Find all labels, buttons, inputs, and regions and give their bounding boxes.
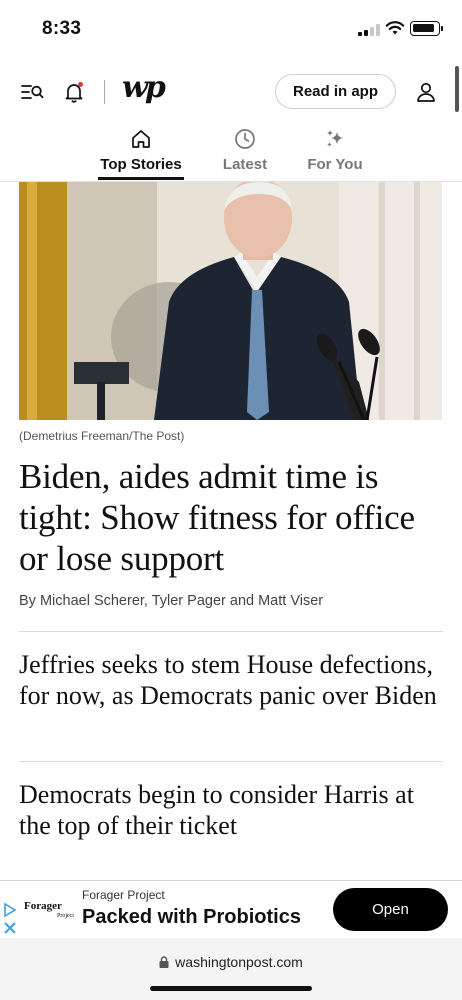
url-text: washingtonpost.com xyxy=(175,954,303,970)
status-bar: 8:33 xyxy=(0,0,462,58)
section-tabs: Top Stories Latest For You xyxy=(0,122,462,182)
header-divider xyxy=(104,80,105,104)
home-indicator[interactable] xyxy=(150,986,312,991)
tab-top-stories[interactable]: Top Stories xyxy=(96,122,186,182)
photo-credit: (Demetrius Freeman/The Post) xyxy=(19,429,185,443)
lock-icon xyxy=(159,956,169,968)
ad-brand-name: Forager Project xyxy=(82,888,165,902)
battery-icon xyxy=(410,21,443,36)
active-tab-indicator xyxy=(98,177,184,180)
advertisement-banner[interactable]: Forager Project Forager Project Packed w… xyxy=(0,880,462,938)
url-display[interactable]: washingtonpost.com xyxy=(0,954,462,970)
advertiser-logo-subtext: Project xyxy=(57,913,74,919)
story-divider xyxy=(19,761,443,762)
scrollbar-thumb[interactable] xyxy=(455,66,459,112)
ad-open-button[interactable]: Open xyxy=(333,888,448,931)
story-headline[interactable]: Democrats begin to consider Harris at th… xyxy=(19,780,449,841)
ad-headline: Packed with Probiotics xyxy=(82,906,301,928)
story-headline[interactable]: Jeffries seeks to stem House defections,… xyxy=(19,650,439,711)
sparkle-icon xyxy=(327,130,343,147)
user-account-icon[interactable] xyxy=(414,80,438,104)
tab-label: Latest xyxy=(222,156,268,173)
app-header: wp Read in app xyxy=(0,64,462,120)
browser-url-bar[interactable]: washingtonpost.com xyxy=(0,938,462,1000)
tab-label: For You xyxy=(307,156,363,173)
notification-dot xyxy=(78,82,83,87)
advertiser-logo: Forager Project xyxy=(24,901,74,921)
wifi-icon xyxy=(385,21,405,35)
menu-search-icon[interactable] xyxy=(20,80,44,104)
tab-label: Top Stories xyxy=(100,156,182,173)
clock-icon xyxy=(235,129,255,149)
washington-post-logo[interactable]: wp xyxy=(122,70,166,105)
lead-story-photo[interactable] xyxy=(19,182,442,420)
lead-story-byline: By Michael Scherer, Tyler Pager and Matt… xyxy=(19,593,324,609)
home-icon xyxy=(132,130,150,148)
lead-story-headline[interactable]: Biden, aides admit time is tight: Show f… xyxy=(19,456,444,579)
cellular-signal-icon xyxy=(358,24,380,36)
read-in-app-button[interactable]: Read in app xyxy=(275,74,396,109)
tab-latest[interactable]: Latest xyxy=(216,122,274,182)
status-time: 8:33 xyxy=(42,18,82,39)
story-divider xyxy=(19,631,443,632)
tab-for-you[interactable]: For You xyxy=(300,122,370,182)
ad-choices-icon[interactable] xyxy=(2,901,18,937)
